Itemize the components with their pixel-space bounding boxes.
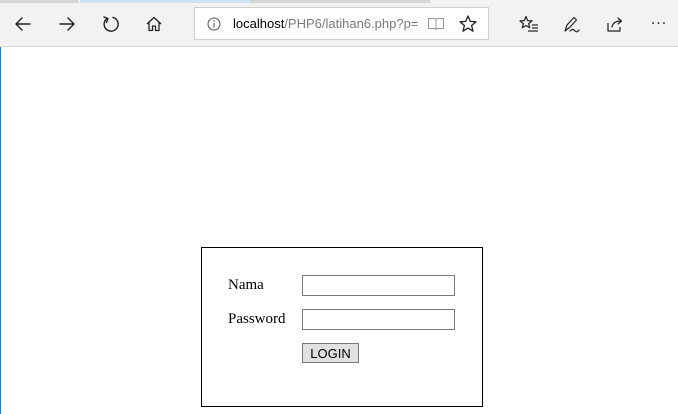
login-form: Nama Password LOGIN [201, 247, 483, 407]
info-icon[interactable] [207, 17, 221, 31]
refresh-icon [103, 16, 119, 32]
favorites-button[interactable] [514, 9, 544, 39]
forward-button[interactable] [52, 9, 82, 39]
favorites-list-icon [519, 15, 538, 32]
nama-label: Nama [228, 277, 264, 293]
reading-view-icon[interactable] [427, 16, 445, 32]
more-button[interactable]: ··· [644, 9, 674, 39]
back-arrow-icon [15, 17, 31, 31]
home-icon [146, 16, 162, 32]
url-text[interactable]: localhost/PHP6/latihan6.php?p= [233, 16, 418, 31]
back-button[interactable] [8, 9, 38, 39]
login-button[interactable]: LOGIN [302, 343, 359, 363]
forward-arrow-icon [59, 17, 75, 31]
tab-strip-edge [250, 0, 430, 3]
share-button[interactable] [600, 9, 630, 39]
pen-icon [564, 16, 580, 33]
window-edge [0, 47, 1, 414]
home-button[interactable] [139, 9, 169, 39]
star-icon[interactable] [458, 14, 478, 34]
tab-strip-edge [0, 0, 78, 3]
refresh-button[interactable] [96, 9, 126, 39]
nama-input[interactable] [302, 275, 455, 296]
address-bar[interactable]: localhost/PHP6/latihan6.php?p= [194, 7, 489, 40]
url-host: localhost [233, 16, 285, 31]
notes-button[interactable] [556, 9, 586, 39]
password-label: Password [228, 311, 286, 327]
password-input[interactable] [302, 309, 455, 330]
more-dots-icon: ··· [650, 16, 668, 32]
url-path: /PHP6/latihan6.php?p= [284, 16, 419, 31]
browser-toolbar: localhost/PHP6/latihan6.php?p= ··· [0, 0, 678, 47]
share-icon [607, 17, 623, 32]
active-tab-edge [80, 0, 250, 3]
